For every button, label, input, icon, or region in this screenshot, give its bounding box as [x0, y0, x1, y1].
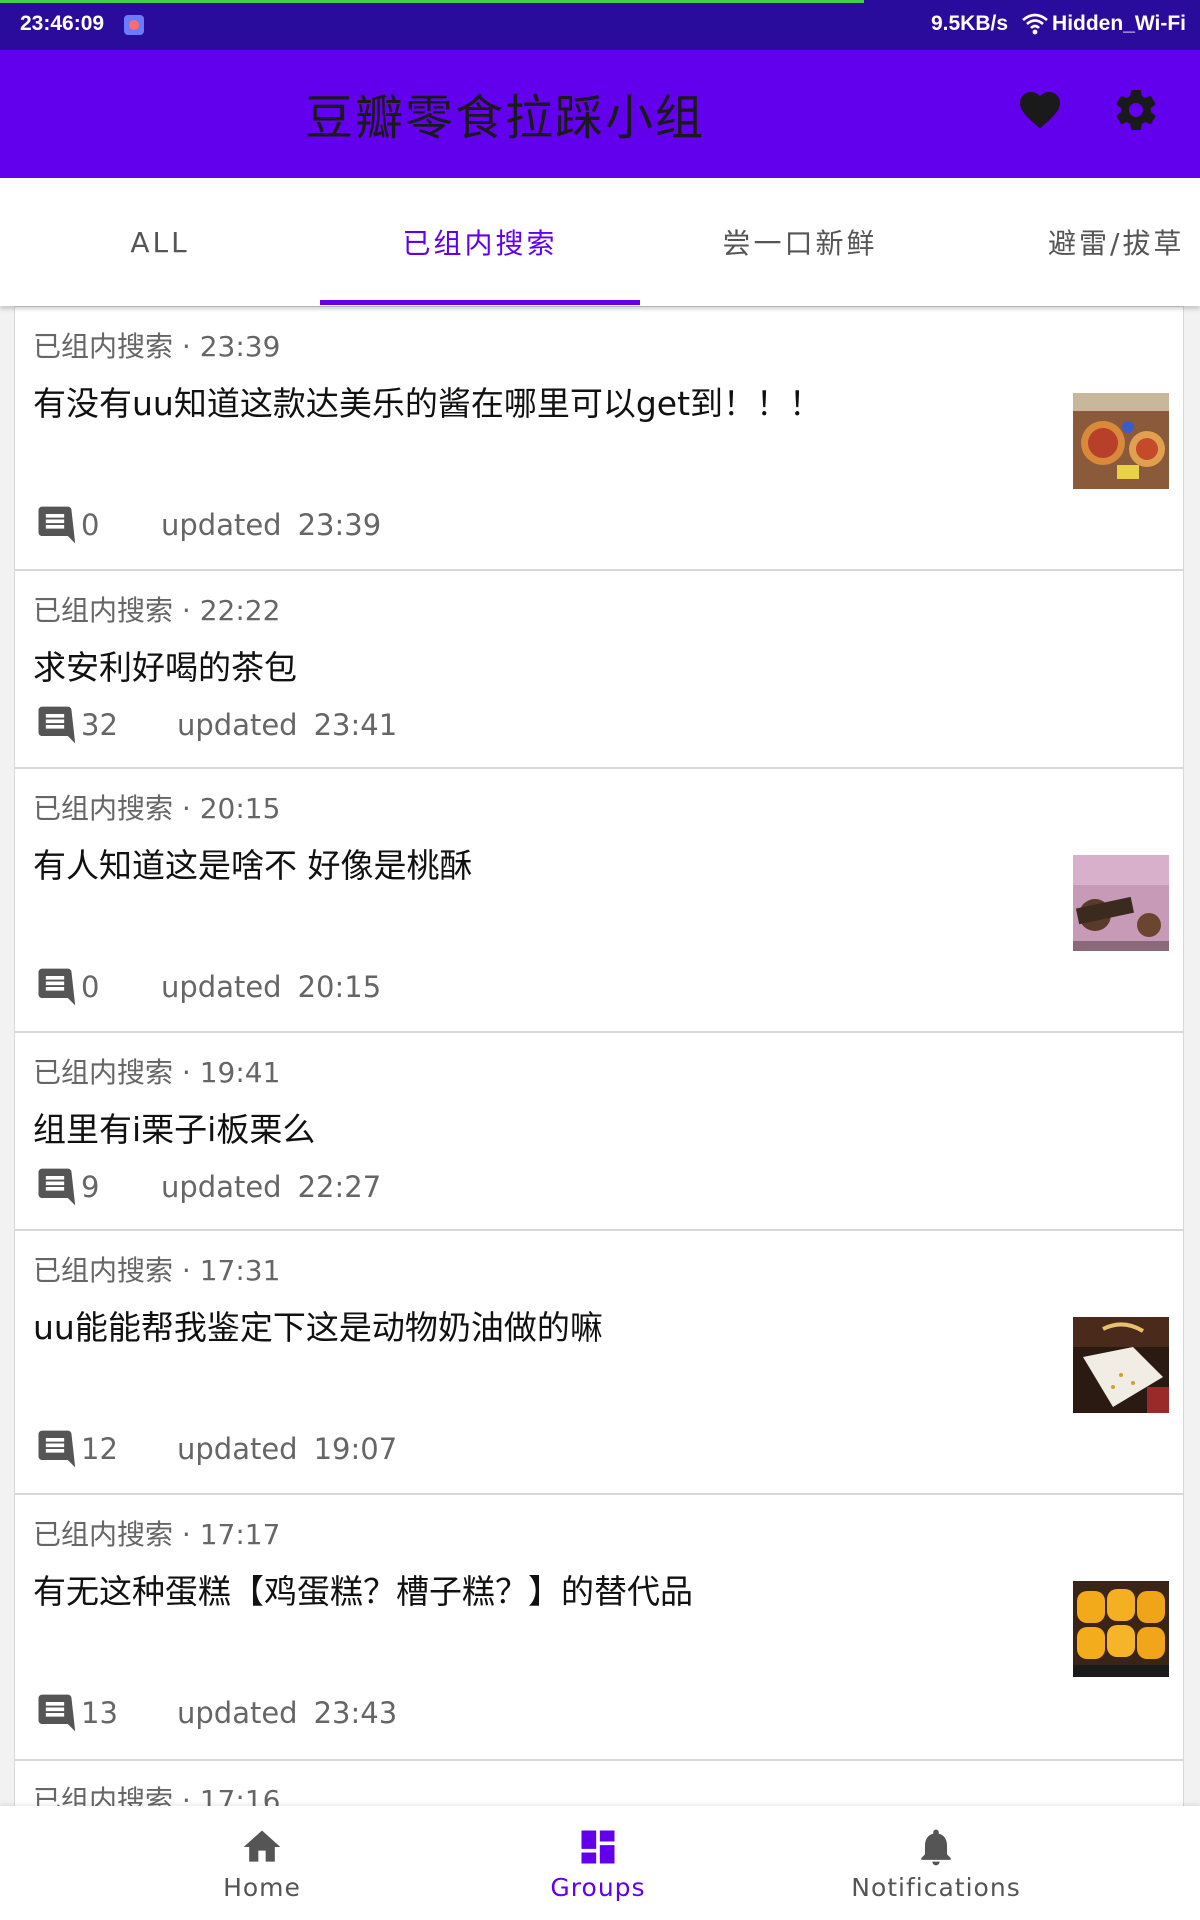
post-title[interactable]: 有人知道这是啥不 好像是桃酥: [33, 839, 1033, 887]
post-card[interactable]: 已组内搜索 · 17:17 有无这种蛋糕【鸡蛋糕？槽子糕？】的替代品 13 up…: [14, 1494, 1184, 1760]
pizza-photo-icon: [1073, 393, 1169, 489]
comment-icon: [38, 1168, 76, 1206]
network-speed: 9.5KB/s: [930, 12, 1009, 35]
post-card[interactable]: 已组内搜索 · 20:15 有人知道这是啥不 好像是桃酥 0 updated 2…: [14, 768, 1184, 1032]
updated-time: 23:43: [313, 1696, 398, 1730]
post-meta: 已组内搜索 · 23:39: [33, 330, 281, 363]
comment-count: 0: [81, 508, 100, 542]
post-meta: 已组内搜索 · 19:41: [33, 1056, 281, 1089]
post-thumbnail[interactable]: [1073, 1581, 1169, 1677]
post-title[interactable]: 有没有uu知道这款达美乐的酱在哪里可以get到！！！: [33, 377, 1033, 425]
post-meta: 已组内搜索 · 17:31: [33, 1254, 281, 1287]
nav-home-label: Home: [223, 1872, 301, 1902]
post-thumbnail[interactable]: [1073, 393, 1169, 489]
snack-bag-photo-icon: [1073, 855, 1169, 951]
post-meta: 已组内搜索 · 22:22: [33, 594, 281, 627]
post-title[interactable]: 组里有i栗子i板栗么: [33, 1103, 1033, 1151]
post-title[interactable]: 求安利好喝的茶包: [33, 641, 1033, 689]
app-bar: 豆瓣零食拉踩小组: [0, 50, 1200, 178]
groups-icon: [581, 1830, 615, 1863]
gear-icon[interactable]: [1112, 86, 1160, 134]
updated-time: 23:39: [297, 508, 382, 542]
tab-avoid[interactable]: 避雷/拔草: [960, 178, 1200, 306]
tab-bar: ALL 已组内搜索 尝一口新鲜 避雷/拔草: [0, 178, 1200, 306]
updated-label: updated: [177, 1696, 298, 1730]
page-title: 豆瓣零食拉踩小组: [304, 90, 705, 146]
updated-label: updated: [177, 1432, 298, 1466]
comment-icon: [38, 1430, 76, 1468]
wifi-icon: [1022, 13, 1048, 35]
app-notification-icon: [124, 15, 144, 35]
heart-icon[interactable]: [1016, 86, 1064, 134]
wifi-name: Hidden_Wi-Fi: [1052, 12, 1186, 35]
nav-notifications[interactable]: Notifications: [786, 1806, 1086, 1920]
updated-time: 22:27: [297, 1170, 382, 1204]
comment-count: 0: [81, 970, 100, 1004]
post-card[interactable]: 已组内搜索 · 17:31 uu能能帮我鉴定下这是动物奶油做的嘛 12 upda…: [14, 1230, 1184, 1494]
status-time: 23:46:09: [20, 12, 105, 35]
comment-icon: [38, 1694, 76, 1732]
post-meta: 已组内搜索 · 20:15: [33, 792, 281, 825]
comment-icon: [38, 968, 76, 1006]
egg-cake-photo-icon: [1073, 1581, 1169, 1677]
nav-groups-label: Groups: [550, 1872, 646, 1902]
updated-label: updated: [161, 508, 282, 542]
updated-label: updated: [177, 708, 298, 742]
comment-icon: [38, 706, 76, 744]
nav-groups[interactable]: Groups: [448, 1806, 748, 1920]
tab-fresh[interactable]: 尝一口新鲜: [640, 178, 960, 306]
post-thumbnail[interactable]: [1073, 1317, 1169, 1413]
bottom-navigation: Home Groups Notifications: [0, 1806, 1200, 1920]
active-tab-indicator: [320, 300, 640, 305]
post-card[interactable]: 已组内搜索 · 19:41 组里有i栗子i板栗么 9 updated 22:27: [14, 1032, 1184, 1230]
updated-label: updated: [161, 1170, 282, 1204]
bell-icon: [921, 1829, 951, 1865]
comment-count: 12: [81, 1432, 118, 1466]
updated-time: 23:41: [313, 708, 398, 742]
post-title[interactable]: uu能能帮我鉴定下这是动物奶油做的嘛: [33, 1301, 1033, 1349]
comment-count: 9: [81, 1170, 100, 1204]
post-meta: 已组内搜索 · 17:17: [33, 1518, 281, 1551]
nav-notifications-label: Notifications: [851, 1872, 1021, 1902]
page-load-progress: [0, 0, 864, 3]
post-title[interactable]: 有无这种蛋糕【鸡蛋糕？槽子糕？】的替代品: [33, 1565, 1033, 1613]
post-card[interactable]: 已组内搜索 · 22:22 求安利好喝的茶包 32 updated 23:41: [14, 570, 1184, 768]
home-icon: [243, 1830, 281, 1862]
post-thumbnail[interactable]: [1073, 855, 1169, 951]
cake-photo-icon: [1073, 1317, 1169, 1413]
updated-time: 20:15: [297, 970, 382, 1004]
tab-searched[interactable]: 已组内搜索: [320, 178, 640, 306]
post-meta: 已组内搜索 · 17:16: [33, 1784, 281, 1806]
post-card[interactable]: 已组内搜索 · 23:39 有没有uu知道这款达美乐的酱在哪里可以get到！！！…: [14, 306, 1184, 570]
updated-time: 19:07: [313, 1432, 398, 1466]
updated-label: updated: [161, 970, 282, 1004]
comment-count: 13: [81, 1696, 118, 1730]
post-card[interactable]: 已组内搜索 · 17:16: [14, 1760, 1184, 1806]
status-bar: 23:46:09 9.5KB/s Hidden_Wi-Fi: [0, 0, 1200, 50]
comment-icon: [38, 506, 76, 544]
tab-all[interactable]: ALL: [0, 178, 320, 306]
nav-home[interactable]: Home: [112, 1806, 412, 1920]
post-list[interactable]: 已组内搜索 · 23:39 有没有uu知道这款达美乐的酱在哪里可以get到！！！…: [0, 306, 1200, 1806]
comment-count: 32: [81, 708, 118, 742]
